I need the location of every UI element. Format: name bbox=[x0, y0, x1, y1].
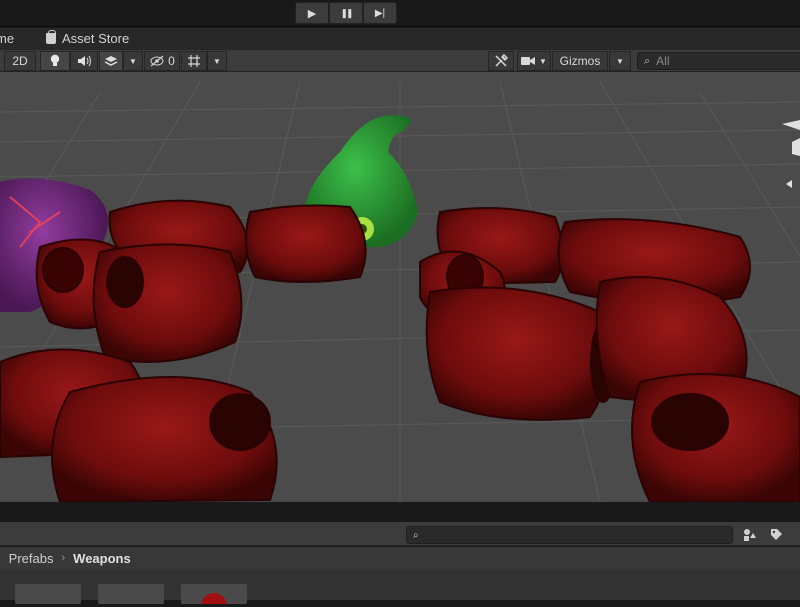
audio-toggle-button[interactable] bbox=[70, 51, 98, 71]
eye-off-icon bbox=[150, 55, 164, 67]
play-controls: ▶ ❚❚ ▶| bbox=[295, 2, 397, 24]
tag-icon bbox=[770, 529, 782, 540]
scene-toolbar: 2D ▼ 0 ▼ ▼ Gizmos ▼ ⌕ All bbox=[0, 50, 800, 72]
asset-thumbnail[interactable] bbox=[181, 584, 247, 607]
tools-button[interactable] bbox=[488, 51, 514, 71]
grid-icon bbox=[188, 55, 200, 67]
lightbulb-icon bbox=[50, 54, 60, 66]
2d-label: 2D bbox=[12, 54, 28, 68]
camera-icon bbox=[521, 57, 536, 65]
shapes-icon bbox=[744, 529, 756, 541]
pause-button[interactable]: ❚❚ bbox=[329, 2, 363, 24]
speaker-icon bbox=[78, 55, 91, 67]
scene-search-input[interactable]: ⌕ All bbox=[637, 52, 800, 70]
tools-icon bbox=[495, 54, 508, 67]
filter-by-type-button[interactable] bbox=[740, 526, 760, 543]
step-icon: ▶| bbox=[374, 7, 386, 19]
project-search-input[interactable]: ⌕ bbox=[406, 526, 733, 544]
grid-dropdown-button[interactable]: ▼ bbox=[207, 51, 227, 71]
asset-thumbnail[interactable] bbox=[15, 584, 81, 604]
panel-divider bbox=[0, 502, 800, 522]
shopping-bag-icon bbox=[46, 30, 56, 44]
breadcrumb-chevron-icon: › bbox=[0, 552, 1, 564]
breadcrumb: › Prefabs › Weapons bbox=[0, 547, 800, 569]
tab-asset-store-label: Asset Store bbox=[62, 31, 130, 46]
scene-render bbox=[0, 81, 800, 502]
tab-asset-store[interactable]: Asset Store bbox=[46, 30, 130, 46]
project-toolbar: ⌕ bbox=[0, 522, 800, 546]
play-toolbar: ▶ ❚❚ ▶| bbox=[0, 0, 800, 27]
hidden-object-count: 0 bbox=[168, 54, 175, 68]
pause-icon: ❚❚ bbox=[340, 7, 353, 18]
breadcrumb-chevron-icon: › bbox=[61, 552, 66, 564]
chevron-down-icon: ▼ bbox=[129, 56, 137, 66]
chevron-down-icon: ▼ bbox=[213, 56, 221, 66]
chevron-down-icon: ▼ bbox=[539, 56, 547, 66]
layers-icon bbox=[104, 56, 118, 66]
asset-thumbnail[interactable] bbox=[98, 584, 164, 604]
camera-settings-button[interactable]: ▼ bbox=[517, 51, 551, 71]
red-sphere-preview bbox=[201, 593, 227, 607]
play-button[interactable]: ▶ bbox=[295, 2, 329, 24]
visibility-toggle-button[interactable]: 0 bbox=[144, 51, 180, 71]
breadcrumb-weapons[interactable]: Weapons bbox=[73, 551, 131, 566]
effects-toggle-button[interactable] bbox=[99, 51, 123, 71]
asset-grid bbox=[0, 569, 800, 607]
play-icon: ▶ bbox=[307, 7, 317, 20]
gizmos-label: Gizmos bbox=[559, 54, 601, 68]
chevron-down-icon: ▼ bbox=[616, 56, 624, 66]
filter-by-label-button[interactable] bbox=[766, 526, 786, 543]
grid-toggle-button[interactable] bbox=[181, 51, 207, 71]
window-tab-bar: me Asset Store bbox=[0, 28, 800, 50]
effects-dropdown-button[interactable]: ▼ bbox=[123, 51, 143, 71]
step-button[interactable]: ▶| bbox=[363, 2, 397, 24]
scene-viewport[interactable] bbox=[0, 72, 800, 502]
gizmos-button[interactable]: Gizmos bbox=[552, 51, 608, 71]
lighting-toggle-button[interactable] bbox=[40, 51, 70, 71]
tab-scene-label: me bbox=[0, 31, 15, 46]
gizmos-dropdown-button[interactable]: ▼ bbox=[609, 51, 631, 71]
2d-toggle-button[interactable]: 2D bbox=[4, 51, 36, 71]
scene-search-placeholder: All bbox=[656, 54, 670, 68]
search-icon: ⌕ bbox=[644, 54, 651, 67]
search-icon: ⌕ bbox=[413, 529, 419, 541]
tab-scene[interactable]: me bbox=[0, 31, 14, 46]
breadcrumb-prefabs[interactable]: Prefabs bbox=[9, 551, 54, 566]
